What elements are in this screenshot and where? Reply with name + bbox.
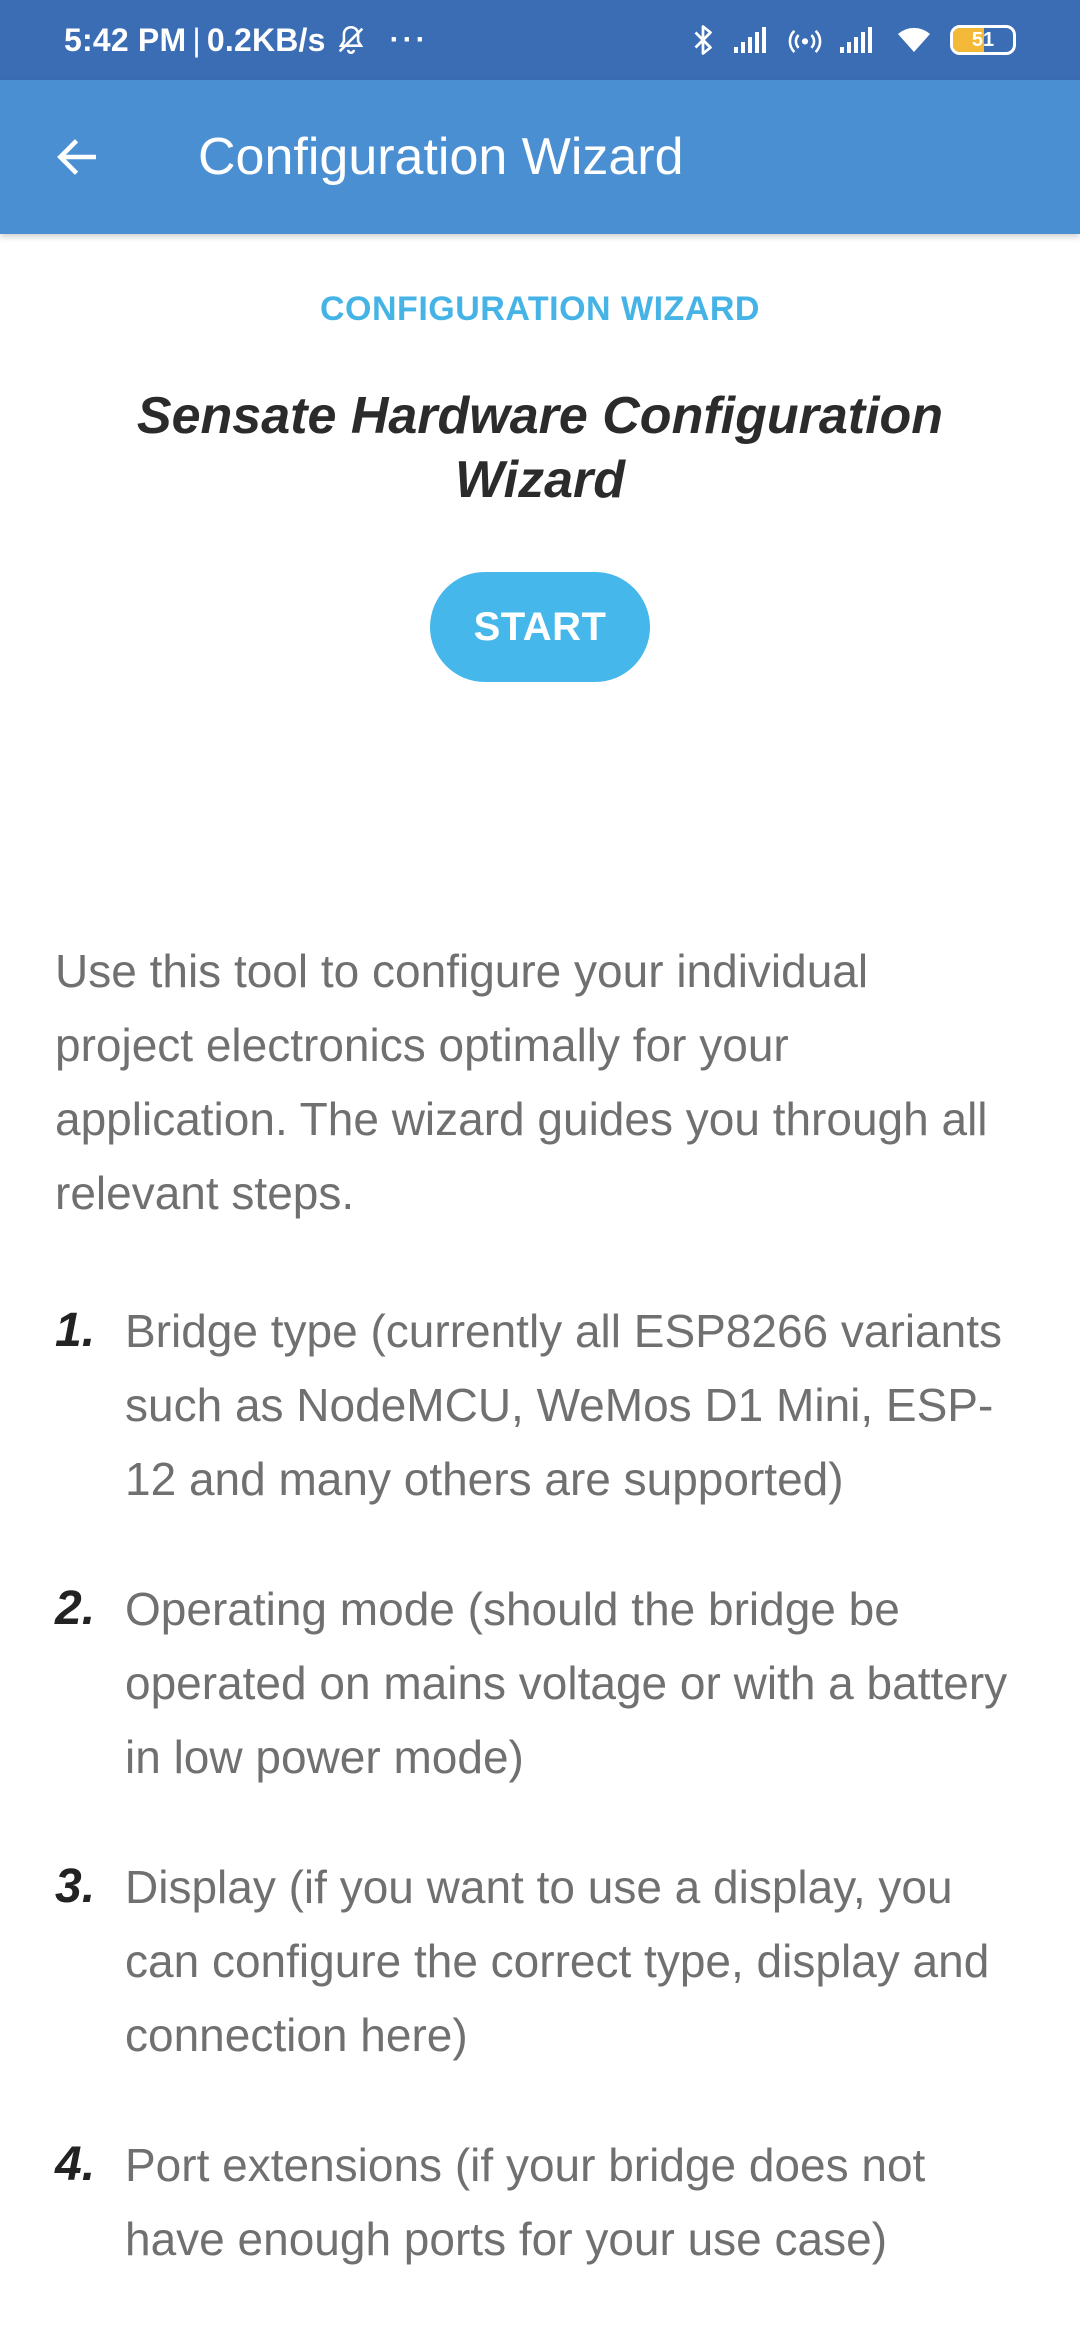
wizard-content: CONFIGURATION WIZARD Sensate Hardware Co… xyxy=(0,234,1080,2340)
step-number: 3. xyxy=(55,1860,96,1913)
signal-icon xyxy=(838,25,878,55)
step-text: Port extensions (if your bridge does not… xyxy=(125,2139,926,2265)
intro-text: Use this tool to configure your individu… xyxy=(55,945,988,1219)
step-text: Display (if you want to use a display, y… xyxy=(125,1861,990,2061)
status-separator: | xyxy=(192,21,201,58)
step-text: Bridge type (currently all ESP8266 varia… xyxy=(125,1305,1002,1505)
signal-icon xyxy=(732,25,772,55)
step-number: 1. xyxy=(55,1304,96,1357)
wifi-icon xyxy=(894,24,934,56)
screen: 5:42 PM | 0.2KB/s ··· 51 Configuration W… xyxy=(0,0,1080,2340)
list-item: 2. Operating mode (should the bridge be … xyxy=(55,1572,1035,1794)
battery-icon: 51 xyxy=(950,25,1016,55)
bluetooth-icon xyxy=(690,22,716,58)
step-text: Operating mode (should the bridge be ope… xyxy=(125,1583,1008,1783)
steps-list: 1. Bridge type (currently all ESP8266 va… xyxy=(55,1294,1035,2332)
step-number: 2. xyxy=(55,1582,96,1635)
hotspot-icon xyxy=(788,23,822,57)
status-left: 5:42 PM | 0.2KB/s ··· xyxy=(64,0,429,80)
network-speed: 0.2KB/s xyxy=(206,21,326,58)
back-button[interactable] xyxy=(40,120,114,194)
section-label: CONFIGURATION WIZARD xyxy=(320,290,760,328)
status-time: 5:42 PM xyxy=(64,21,187,58)
app-title: Configuration Wizard xyxy=(198,128,684,186)
hero-title: Sensate Hardware Configuration Wizard xyxy=(136,387,944,509)
more-notifications-icon: ··· xyxy=(389,23,429,56)
arrow-left-icon xyxy=(57,139,96,175)
status-right: 51 xyxy=(690,0,1016,80)
list-item: 1. Bridge type (currently all ESP8266 va… xyxy=(55,1294,1035,1516)
mute-icon xyxy=(334,23,368,57)
list-item: 3. Display (if you want to use a display… xyxy=(55,1850,1035,2072)
status-bar: 5:42 PM | 0.2KB/s ··· 51 xyxy=(0,0,1080,80)
step-number: 4. xyxy=(55,2138,96,2191)
start-button[interactable]: START xyxy=(430,572,650,682)
app-bar: Configuration Wizard xyxy=(0,80,1080,234)
battery-level: 51 xyxy=(971,28,995,51)
list-item: 4. Port extensions (if your bridge does … xyxy=(55,2128,1035,2276)
